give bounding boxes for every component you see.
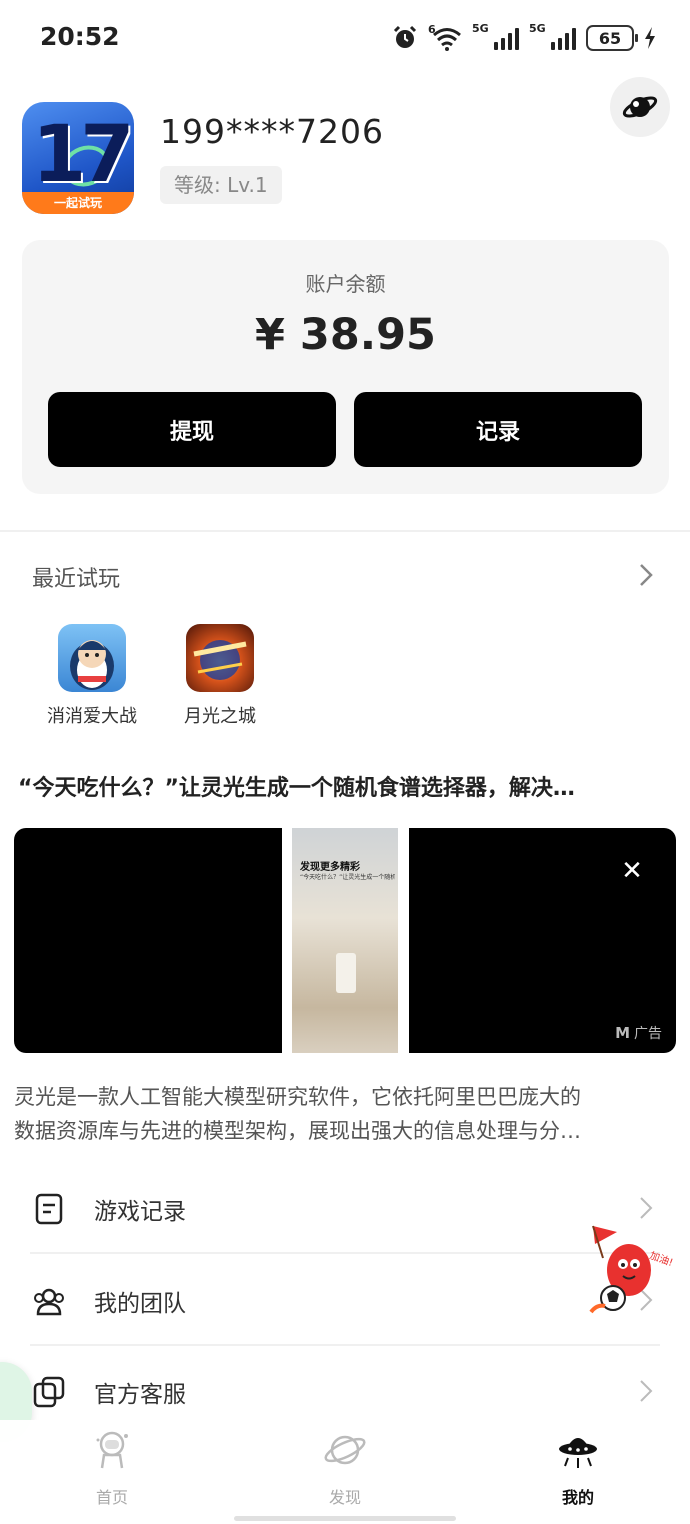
- balance-card: 账户余额 ¥ 38.95 提现 记录: [22, 240, 669, 494]
- home-indicator[interactable]: [234, 1516, 456, 1521]
- ad-preview-image[interactable]: 发现更多精彩 “今天吃什么？”让灵光生成一个随机食谱...: [292, 828, 398, 1053]
- user-phone: 199****7206: [160, 112, 384, 151]
- section-divider: [0, 530, 690, 532]
- nav-label: 首页: [95, 1488, 128, 1507]
- nav-mine[interactable]: 我的: [518, 1428, 638, 1508]
- nav-label: 我的: [561, 1488, 594, 1507]
- article-description[interactable]: 灵光是一款人工智能大模型研究软件，它依托阿里巴巴庞大的 数据资源库与先进的模型架…: [14, 1080, 674, 1148]
- menu-label: 官方客服: [94, 1382, 186, 1408]
- document-icon: [35, 1193, 63, 1225]
- wifi-icon: 6: [428, 23, 462, 51]
- ad-banner[interactable]: 发现更多精彩 “今天吃什么？”让灵光生成一个随机食谱... ✕ M 广告: [14, 828, 676, 1053]
- game-name: 消消爱大战: [47, 706, 137, 727]
- ufo-icon: [559, 1438, 597, 1468]
- planet-icon: [324, 1435, 366, 1465]
- settings-button[interactable]: [610, 77, 670, 137]
- status-time: 20:52: [40, 22, 120, 51]
- recent-game-item[interactable]: 月光之城: [160, 624, 280, 728]
- team-icon: [34, 1288, 64, 1316]
- article-desc-line: 灵光是一款人工智能大模型研究软件，它依托阿里巴巴庞大的: [14, 1085, 581, 1109]
- nav-discover[interactable]: 发现: [285, 1428, 405, 1508]
- menu-divider: [30, 1344, 660, 1346]
- ad-inner-sub: “今天吃什么？”让灵光生成一个随机食谱...: [300, 874, 395, 881]
- wifi-tag: 6: [428, 23, 436, 36]
- signal-sim2-icon: 5G: [529, 22, 576, 50]
- records-button[interactable]: 记录: [354, 392, 642, 467]
- battery-indicator: 65: [586, 25, 638, 51]
- moon-city-game-icon: [186, 624, 254, 692]
- menu-divider: [30, 1252, 660, 1254]
- balance-label: 账户余额: [305, 272, 386, 296]
- customer-service-icon: [33, 1376, 65, 1408]
- mascot-sticker[interactable]: 加油!: [583, 1218, 675, 1318]
- avatar-ribbon: 一起试玩: [22, 192, 134, 214]
- settings-planet-icon: [622, 96, 658, 118]
- bottom-navigation: 首页 发现 我的: [0, 1420, 690, 1524]
- withdraw-button[interactable]: 提现: [48, 392, 336, 467]
- menu-label: 我的团队: [94, 1291, 186, 1317]
- ad-label: M 广告: [615, 1023, 662, 1043]
- article-desc-line: 数据资源库与先进的模型架构，展现出强大的信息处理与分…: [14, 1119, 581, 1143]
- status-icons: 6 5G 5G 65: [392, 20, 656, 56]
- ad-scene-object: [336, 953, 356, 993]
- sim1-tag: 5G: [472, 22, 489, 35]
- close-icon[interactable]: ✕: [617, 856, 647, 886]
- status-bar: 20:52 6 5G 5G 65: [0, 0, 690, 78]
- astronaut-icon: [96, 1431, 128, 1469]
- penguin-game-icon: [58, 624, 126, 692]
- nav-label: 发现: [328, 1488, 361, 1507]
- article-title[interactable]: “今天吃什么？”让灵光生成一个随机食谱选择器，解决…: [18, 770, 678, 802]
- battery-level: 65: [598, 28, 622, 48]
- ad-label-text: 广告: [634, 1026, 662, 1042]
- chevron-right-icon: [640, 1380, 653, 1402]
- alarm-icon: [393, 25, 417, 48]
- charging-icon: [645, 27, 655, 49]
- avatar-number: 17: [32, 110, 134, 200]
- game-name: 月光之城: [184, 706, 256, 727]
- ad-gap: [282, 828, 292, 1053]
- ad-gap: [398, 828, 409, 1053]
- balance-value: ¥ 38.95: [255, 310, 436, 360]
- level-badge: 等级: Lv.1: [160, 166, 282, 204]
- nav-home[interactable]: 首页: [52, 1428, 172, 1508]
- mascot-text: 加油!: [648, 1249, 675, 1269]
- recent-title: 最近试玩: [32, 567, 121, 592]
- sim2-tag: 5G: [529, 22, 546, 35]
- signal-sim1-icon: 5G: [472, 22, 519, 50]
- menu-item-game-records[interactable]: 游戏记录: [30, 1164, 660, 1254]
- app-avatar[interactable]: 17 一起试玩: [22, 102, 134, 214]
- menu-item-my-team[interactable]: 我的团队: [30, 1256, 660, 1346]
- chevron-right-icon[interactable]: [634, 560, 658, 590]
- ad-brand-mark: M: [615, 1024, 630, 1042]
- ad-inner-title: 发现更多精彩: [300, 862, 360, 873]
- recent-game-item[interactable]: 消消爱大战: [32, 624, 152, 728]
- menu-label: 游戏记录: [94, 1199, 186, 1225]
